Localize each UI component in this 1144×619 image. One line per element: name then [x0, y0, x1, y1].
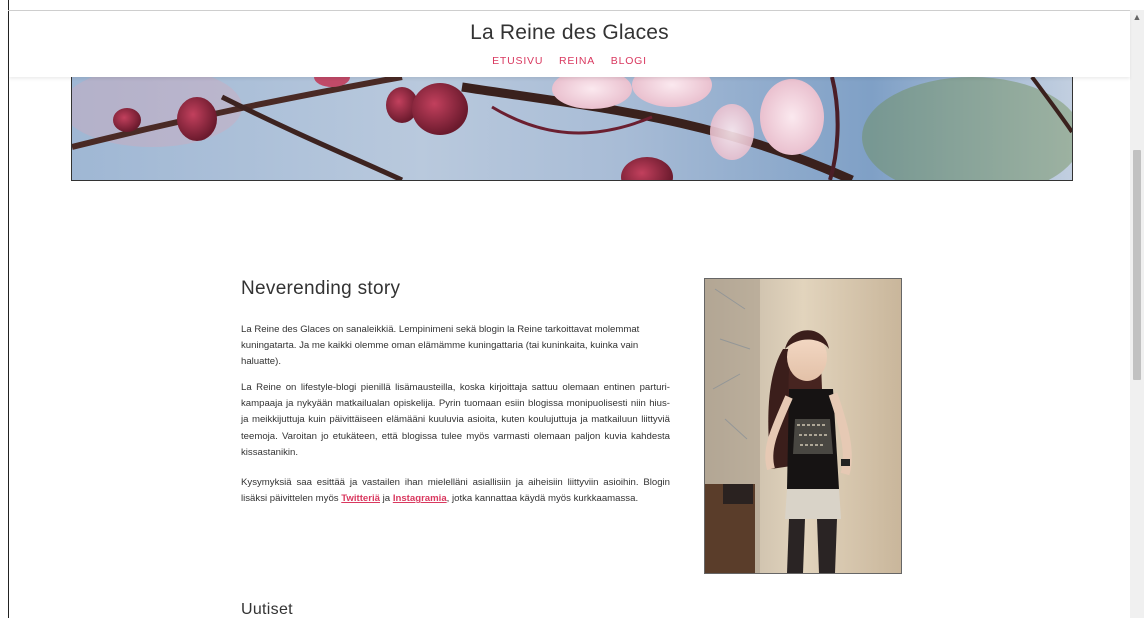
- news-section-title: Uutiset: [241, 601, 293, 618]
- twitter-link[interactable]: Twitteriä: [341, 493, 380, 504]
- post-paragraph-2: La Reine on lifestyle-blogi pienillä lis…: [241, 382, 670, 458]
- site-header: La Reine des Glaces ETUSIVU REINA BLOGI: [9, 11, 1130, 77]
- post-paragraph-3: Kysymyksiä saa esittää ja vastailen ihan…: [241, 475, 670, 507]
- hero-banner-image: [71, 77, 1073, 181]
- nav-item-reina[interactable]: REINA: [559, 55, 595, 67]
- cherry-blossom-illustration: [72, 77, 1072, 180]
- window-left-border: [8, 0, 9, 618]
- site-title[interactable]: La Reine des Glaces: [9, 21, 1130, 45]
- vertical-scrollbar[interactable]: ▲: [1130, 10, 1144, 618]
- nav-item-blogi[interactable]: BLOGI: [611, 55, 647, 67]
- main-nav: ETUSIVU REINA BLOGI: [9, 55, 1130, 67]
- author-portrait-illustration: [705, 279, 901, 573]
- post-paragraph-1: La Reine des Glaces on sanaleikkiä. Lemp…: [241, 324, 640, 368]
- instagram-link[interactable]: Instagramia: [393, 493, 447, 504]
- nav-item-etusivu[interactable]: ETUSIVU: [492, 55, 543, 67]
- scroll-up-arrow-icon[interactable]: ▲: [1130, 10, 1144, 24]
- paragraph-3-text-end: , jotka kannattaa käydä myös kurkkaamass…: [446, 493, 639, 505]
- paragraph-3-text-middle: ja: [380, 493, 393, 505]
- profile-photo: [704, 278, 902, 574]
- post-title: Neverending story: [241, 278, 401, 299]
- scrollbar-thumb[interactable]: [1133, 150, 1141, 380]
